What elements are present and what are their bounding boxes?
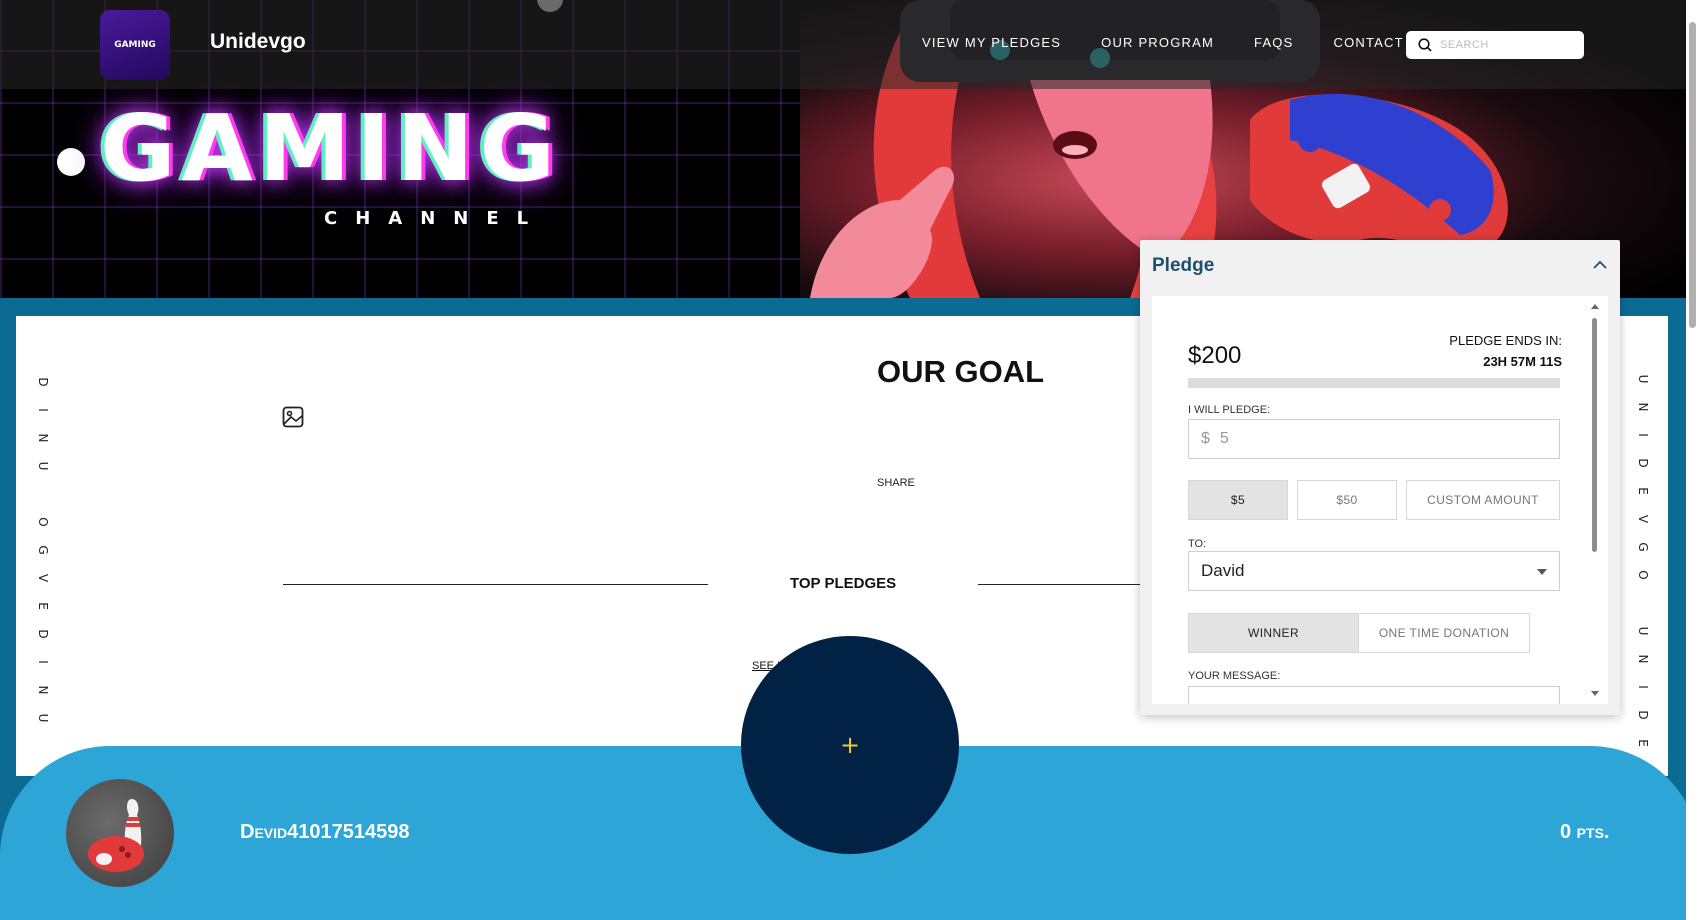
side-letter: D — [36, 629, 50, 639]
pledge-countdown: 23H 57M 11S — [1483, 354, 1562, 369]
side-letter: I — [1636, 433, 1650, 437]
pledge-amount-field[interactable]: $ — [1188, 419, 1560, 459]
search-input[interactable] — [1440, 39, 1560, 51]
scroll-up-arrow-icon[interactable] — [1591, 304, 1599, 309]
top-pledges-heading: TOP PLEDGES — [790, 575, 897, 592]
side-letter: U — [36, 461, 50, 471]
chevron-up-icon[interactable] — [1592, 258, 1608, 272]
type-option-one-time-donation[interactable]: ONE TIME DONATION — [1358, 613, 1530, 653]
side-letter: D — [1636, 710, 1650, 720]
side-letter: I — [36, 408, 50, 412]
search-icon — [1418, 38, 1432, 52]
side-letter: N — [1636, 654, 1650, 664]
decorative-dot — [57, 148, 85, 176]
side-letter — [1636, 596, 1650, 610]
pledge-ends-label: PLEDGE ENDS IN: — [1449, 333, 1562, 348]
message-label: YOUR MESSAGE: — [1188, 670, 1281, 682]
main-nav: VIEW MY PLEDGES OUR PROGRAM FAQS CONTACT — [922, 35, 1404, 50]
pledge-panel-title: Pledge — [1152, 255, 1215, 276]
share-link[interactable]: SHARE — [877, 477, 915, 489]
side-letter: I — [1636, 685, 1650, 689]
hero-subtitle: CHANNEL — [324, 208, 547, 229]
pledge-panel: Pledge $200 PLEDGE ENDS IN: 23H 57M 11S … — [1140, 240, 1620, 715]
side-letter: G — [1636, 542, 1650, 552]
plus-icon: + — [839, 731, 861, 759]
nav-view-my-pledges[interactable]: VIEW MY PLEDGES — [922, 35, 1061, 50]
side-letter: O — [36, 517, 50, 527]
type-option-winner[interactable]: WINNER — [1188, 613, 1359, 653]
side-vertical-text-left: D I N U O G V E D I N U — [36, 375, 50, 725]
bowling-icon — [88, 799, 144, 872]
pledge-goal-amount: $200 — [1188, 342, 1242, 369]
will-pledge-label: I WILL PLEDGE: — [1188, 404, 1271, 416]
pledge-scrollbar[interactable] — [1590, 304, 1600, 696]
side-letter: N — [36, 433, 50, 443]
side-letter: D — [36, 377, 50, 387]
amount-option-50[interactable]: $50 — [1297, 480, 1397, 520]
divider-line — [283, 584, 708, 585]
image-placeholder-icon — [282, 406, 304, 428]
amount-option-5[interactable]: $5 — [1188, 480, 1288, 520]
recipient-select[interactable]: David — [1188, 551, 1560, 591]
pledge-form: $200 PLEDGE ENDS IN: 23H 57M 11S I WILL … — [1152, 296, 1608, 704]
side-letter: G — [36, 545, 50, 555]
side-letter: V — [1636, 514, 1650, 524]
side-letter: D — [1636, 458, 1650, 468]
pledge-progress-bar — [1188, 378, 1560, 388]
side-letter: V — [36, 573, 50, 583]
side-letter: O — [1636, 570, 1650, 580]
side-letter — [36, 487, 50, 501]
side-letter: E — [1636, 739, 1650, 747]
page-scroll-thumb[interactable] — [1689, 22, 1696, 328]
side-letter: E — [36, 602, 50, 610]
side-letter: I — [36, 660, 50, 664]
nav-faqs[interactable]: FAQS — [1254, 35, 1293, 50]
side-letter: U — [36, 713, 50, 723]
side-letter: E — [1636, 487, 1650, 495]
side-vertical-text-right: U N I D E V G O U N I D E — [1636, 372, 1650, 750]
points-value: 0 pts. — [1560, 821, 1610, 843]
nav-contact[interactable]: CONTACT — [1334, 35, 1404, 50]
caret-down-icon — [1537, 569, 1547, 575]
brand-name[interactable]: Unidevgo — [210, 30, 306, 54]
goal-title: OUR GOAL — [877, 354, 1045, 389]
pledge-amount-input[interactable] — [1219, 430, 1540, 448]
amount-option-custom[interactable]: CUSTOM AMOUNT — [1406, 480, 1560, 520]
username: Devid41017514598 — [240, 821, 410, 843]
side-letter: N — [1636, 402, 1650, 412]
nav-our-program[interactable]: OUR PROGRAM — [1101, 35, 1214, 50]
hero-title: GAMING — [100, 95, 562, 202]
to-label: TO: — [1188, 538, 1207, 550]
scroll-thumb[interactable] — [1592, 318, 1597, 552]
recipient-value: David — [1201, 561, 1245, 580]
scroll-down-arrow-icon[interactable] — [1591, 691, 1599, 696]
page-scrollbar[interactable] — [1686, 0, 1700, 920]
add-button[interactable]: + — [741, 636, 959, 854]
message-field[interactable] — [1188, 686, 1560, 704]
currency-symbol: $ — [1201, 430, 1210, 447]
search-box[interactable] — [1406, 31, 1584, 59]
avatar[interactable] — [66, 779, 174, 887]
site-logo[interactable]: GAMING — [100, 10, 170, 80]
divider-line — [978, 584, 1140, 585]
logo-text: GAMING — [114, 39, 156, 50]
side-letter: U — [1636, 374, 1650, 384]
side-letter: U — [1636, 626, 1650, 636]
side-letter: N — [36, 685, 50, 695]
